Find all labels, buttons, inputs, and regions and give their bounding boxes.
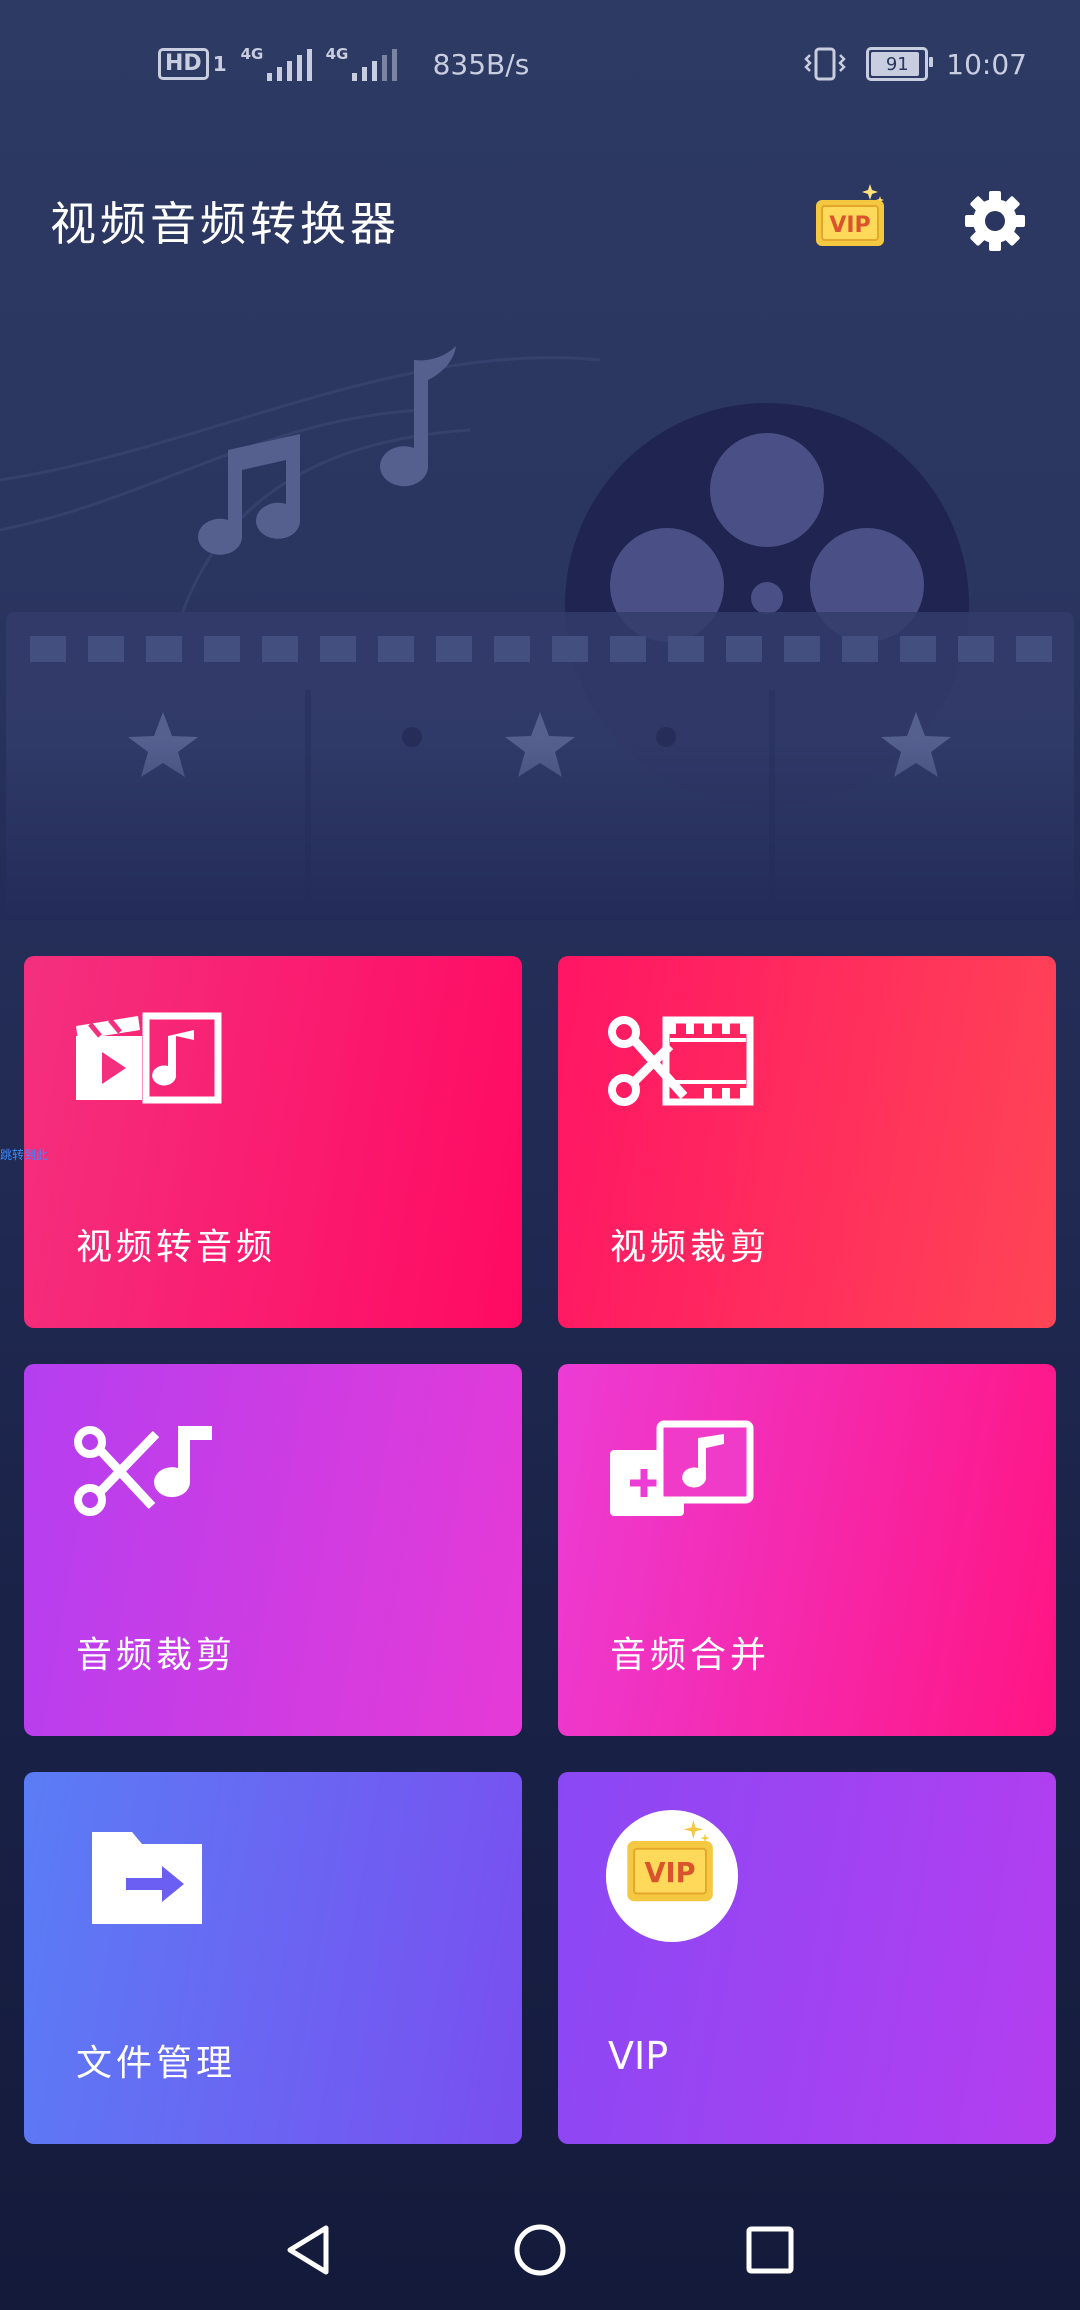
audio-cut-label: 音频裁剪	[76, 1635, 237, 1676]
status-right: 91 10:07	[802, 40, 1027, 88]
battery-icon: 91	[866, 47, 934, 81]
signal-icon-2: 4G	[326, 47, 397, 81]
settings-button[interactable]	[962, 188, 1028, 254]
app-title: 视频音频转换器	[50, 197, 400, 251]
video-to-audio-icon	[76, 1012, 222, 1104]
file-manager-card[interactable]: 文件管理	[24, 1772, 522, 2144]
navigation-bar	[0, 2180, 1080, 2310]
sim-slot: 1	[212, 52, 227, 76]
signal-2-label: 4G	[325, 45, 349, 63]
hd-badge: HD	[158, 48, 209, 80]
vip-header-button[interactable]: VIP	[812, 180, 892, 252]
video-to-audio-card[interactable]: 视频转音频	[24, 956, 522, 1328]
video-cut-icon	[608, 1016, 754, 1106]
net-speed: 835B/s	[432, 47, 530, 81]
music-note-icon	[198, 346, 456, 555]
vip-card[interactable]: VIP VIP	[558, 1772, 1056, 2144]
signal-icon-1: 4G	[241, 47, 312, 81]
hero-illustration	[0, 346, 1080, 920]
battery-level: 91	[885, 53, 909, 75]
gear-icon	[965, 191, 1025, 251]
clock: 10:07	[946, 47, 1027, 81]
vip-card-badge-text: VIP	[645, 1858, 696, 1889]
video-cut-label: 视频裁剪	[610, 1227, 771, 1268]
recents-icon[interactable]	[740, 2220, 800, 2280]
video-cut-card[interactable]: 视频裁剪	[558, 956, 1056, 1328]
vibrate-icon	[804, 47, 847, 81]
video-to-audio-label: 视频转音频	[76, 1227, 277, 1268]
audio-merge-label: 音频合并	[610, 1635, 771, 1676]
audio-cut-card[interactable]: 音频裁剪	[24, 1364, 522, 1736]
home-icon[interactable]	[510, 2220, 570, 2280]
vip-icon: VIP	[605, 1809, 739, 1943]
vip-ticket-icon: VIP	[816, 184, 884, 246]
audio-merge-icon	[610, 1420, 754, 1516]
signal-1-label: 4G	[240, 45, 264, 63]
vip-card-label: VIP	[608, 2034, 669, 2078]
vip-header-text: VIP	[829, 213, 870, 238]
file-manager-label: 文件管理	[76, 2043, 237, 2084]
back-icon[interactable]	[278, 2220, 338, 2280]
status-bar: HD 1 4G 4G 835B/s 91 10:07	[0, 0, 1080, 130]
overlay-text: 跳转到此	[0, 1148, 49, 1162]
audio-merge-card[interactable]: 音频合并	[558, 1364, 1056, 1736]
audio-cut-icon	[74, 1426, 212, 1516]
folder-move-icon	[92, 1832, 202, 1924]
status-left: HD 1 4G 4G 835B/s	[158, 40, 529, 88]
